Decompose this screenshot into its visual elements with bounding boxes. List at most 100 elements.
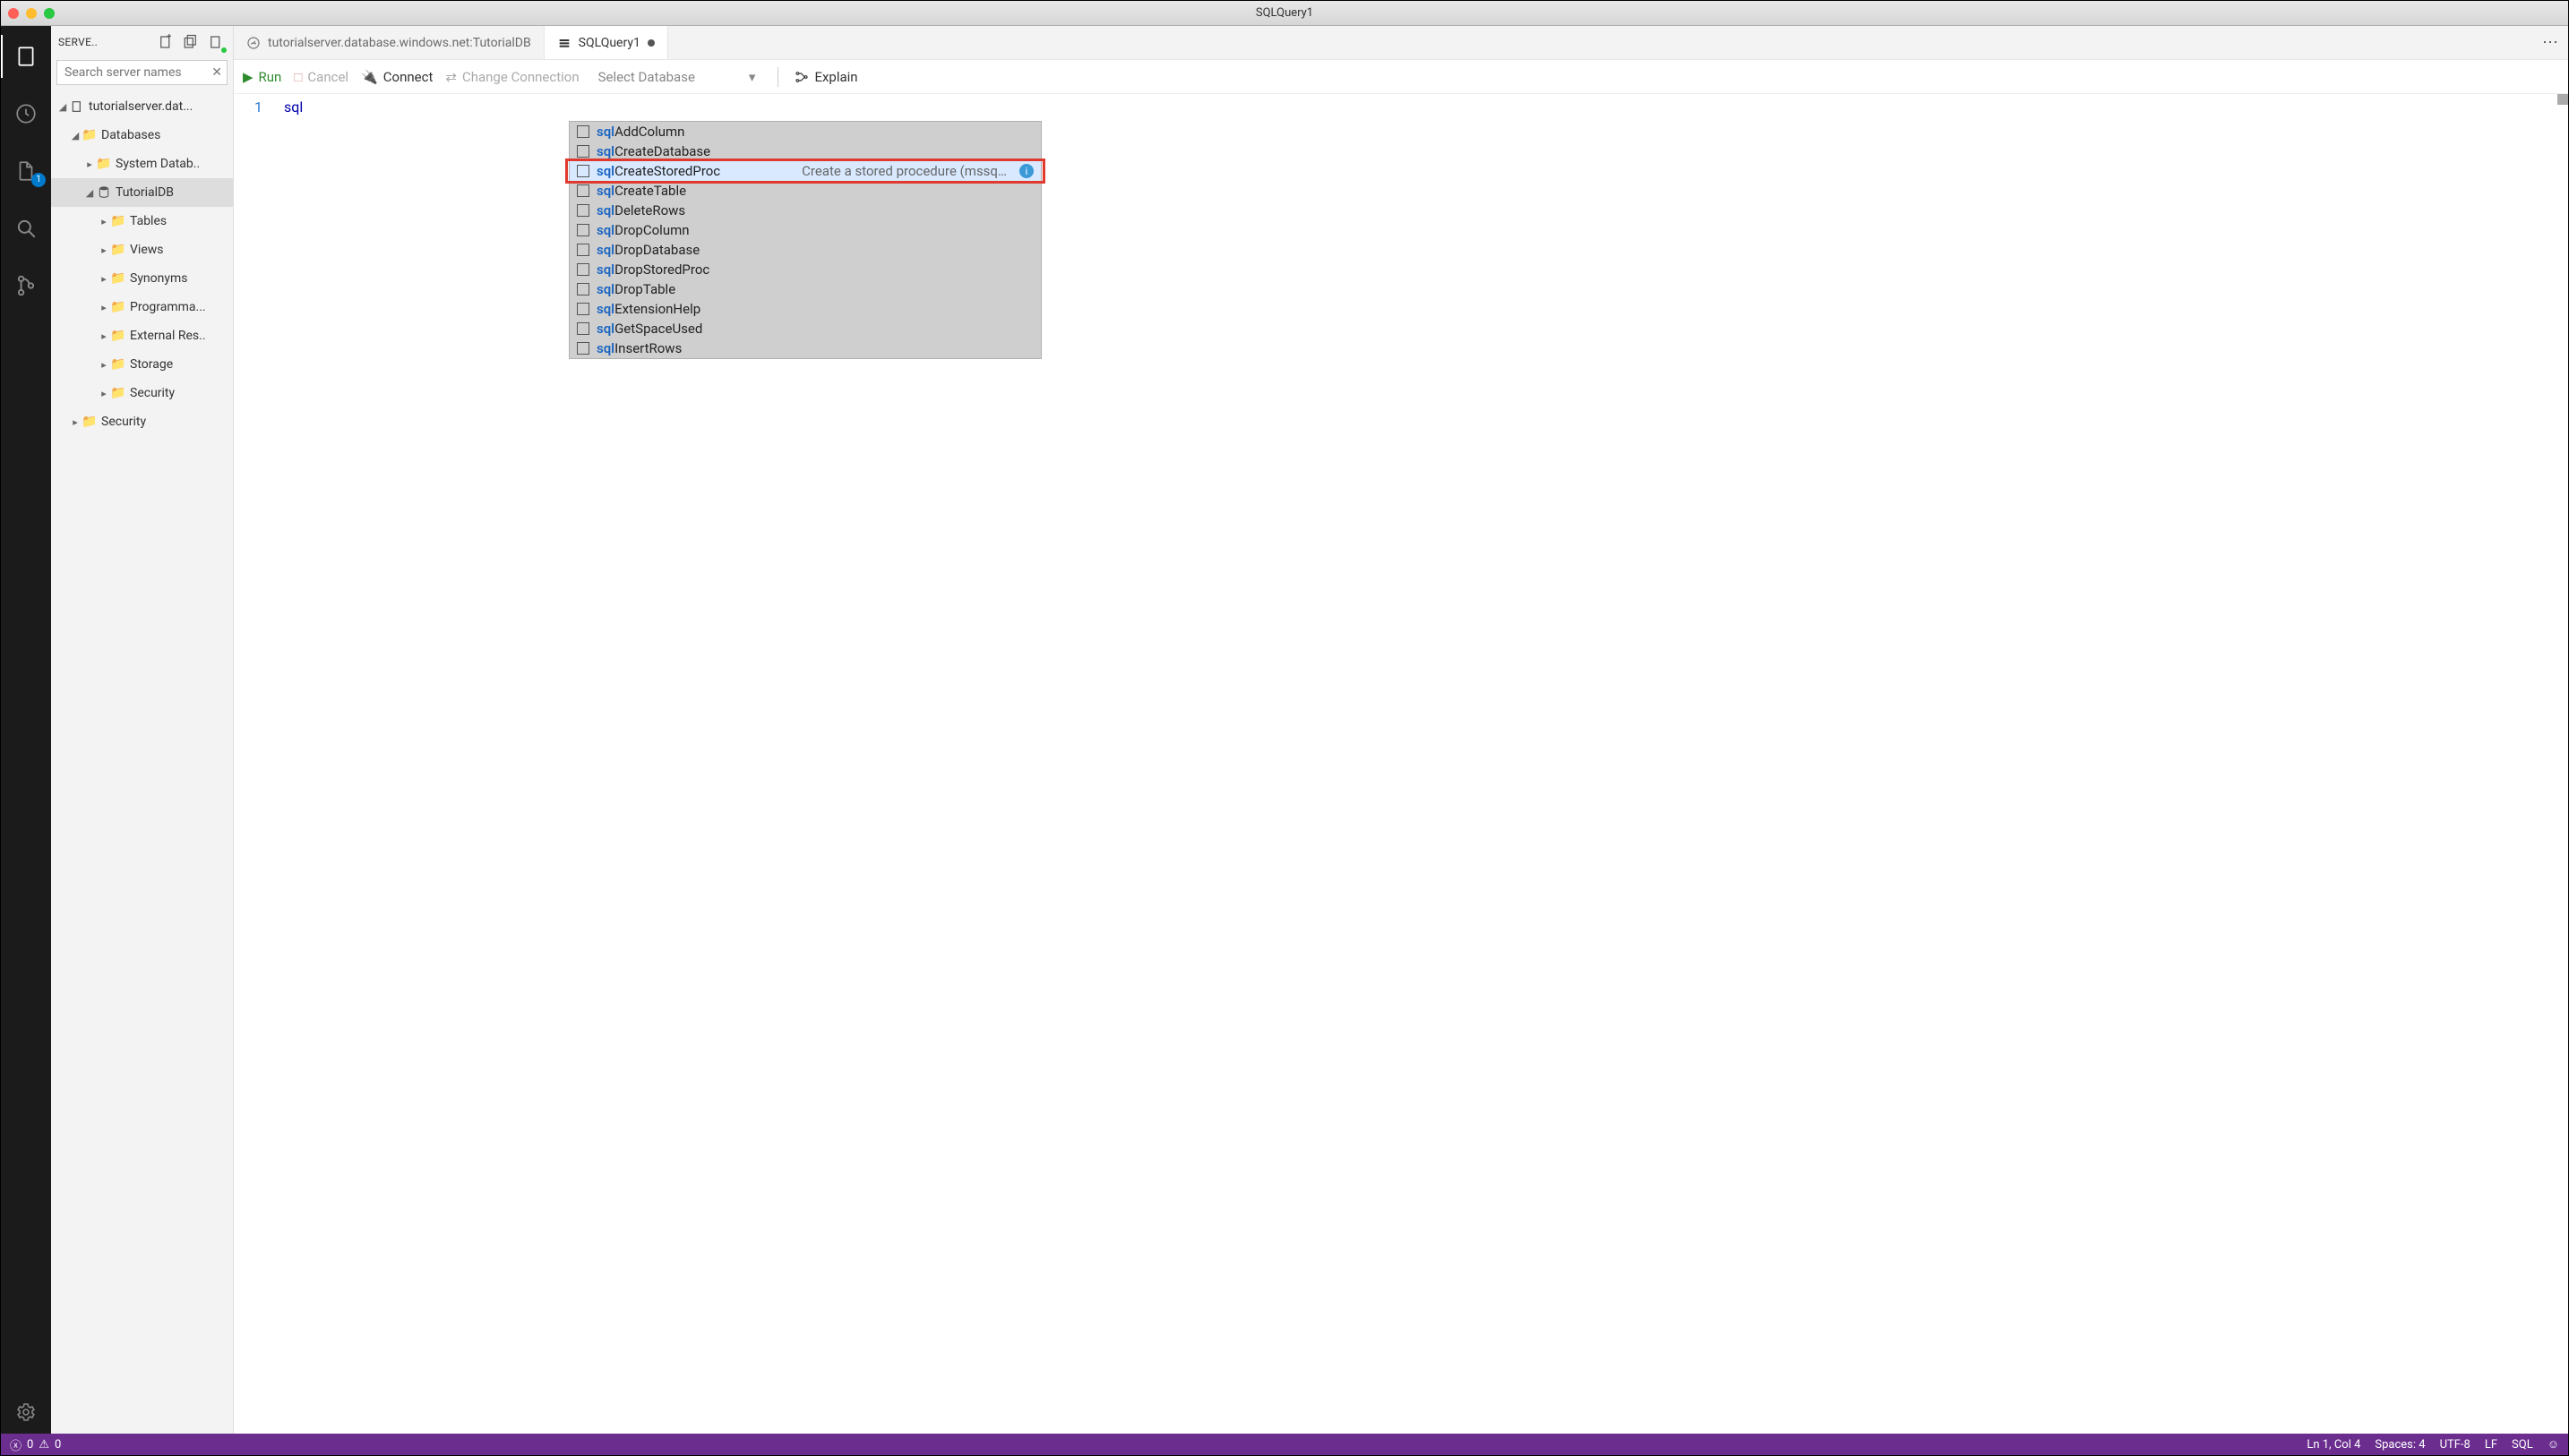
activity-source-control-icon[interactable] xyxy=(1,264,51,307)
line-gutter: 1 xyxy=(234,94,273,1434)
suggestion-item[interactable]: sqlDropColumn xyxy=(570,220,1041,240)
error-icon: ⓧ xyxy=(10,1436,21,1453)
code-content: sql xyxy=(284,98,2568,117)
suggestion-desc: Create a stored procedure (mssq… xyxy=(727,163,1007,179)
new-connection-icon[interactable] xyxy=(156,32,176,52)
tree-views-node[interactable]: ▸📁Views xyxy=(51,236,233,264)
database-icon xyxy=(96,185,112,200)
suggestion-item[interactable]: sqlCreateDatabase xyxy=(570,141,1041,161)
clear-search-icon[interactable]: ✕ xyxy=(211,65,222,80)
tab-dashboard-label: tutorialserver.database.windows.net:Tuto… xyxy=(268,36,531,50)
activity-bar: 1 xyxy=(1,26,51,1434)
snippet-icon xyxy=(577,322,589,335)
folder-icon: 📁 xyxy=(82,415,98,429)
tree-security-inner-node[interactable]: ▸📁Security xyxy=(51,379,233,407)
status-spaces[interactable]: Spaces: 4 xyxy=(2375,1438,2425,1452)
dirty-indicator-icon xyxy=(648,39,655,47)
tree-programmability-node[interactable]: ▸📁Programma... xyxy=(51,293,233,321)
status-language[interactable]: SQL xyxy=(2512,1438,2533,1452)
tree-synonyms-node[interactable]: ▸📁Synonyms xyxy=(51,264,233,293)
new-group-icon[interactable] xyxy=(181,32,201,52)
activity-explorer-icon[interactable]: 1 xyxy=(1,150,51,193)
activity-search-icon[interactable] xyxy=(1,207,51,250)
folder-icon: 📁 xyxy=(110,271,126,286)
tree-tables-node[interactable]: ▸📁Tables xyxy=(51,207,233,236)
folder-icon: 📁 xyxy=(110,357,126,372)
folder-icon: 📁 xyxy=(110,386,126,400)
minimize-window-button[interactable] xyxy=(26,8,37,19)
status-feedback-icon[interactable]: ☺ xyxy=(2548,1437,2559,1452)
tab-dashboard[interactable]: tutorialserver.database.windows.net:Tuto… xyxy=(234,26,545,59)
activity-servers[interactable] xyxy=(1,35,51,78)
graph-icon xyxy=(795,70,809,84)
database-selector[interactable]: Select Database▾ xyxy=(592,68,762,86)
tree-server-node[interactable]: ◢tutorialserver.dat... xyxy=(51,92,233,121)
suggestion-item[interactable]: sqlCreateStoredProcCreate a stored proce… xyxy=(570,161,1041,181)
tree-external-resources-node[interactable]: ▸📁External Res.. xyxy=(51,321,233,350)
snippet-icon xyxy=(577,184,589,197)
suggestion-item[interactable]: sqlDropDatabase xyxy=(570,240,1041,260)
tab-overflow-button[interactable]: ⋯ xyxy=(2532,26,2568,59)
activity-settings-icon[interactable] xyxy=(1,1391,51,1434)
typed-text: sql xyxy=(284,98,303,116)
change-connection-button[interactable]: ⇄Change Connection xyxy=(445,69,579,85)
activity-history-icon[interactable] xyxy=(1,92,51,135)
folder-icon: 📁 xyxy=(82,128,98,142)
snippet-icon xyxy=(577,303,589,315)
tab-sqlquery[interactable]: SQLQuery1 xyxy=(545,26,668,59)
chevron-down-icon: ▾ xyxy=(749,69,756,85)
tree-tutorialdb-node[interactable]: ◢TutorialDB xyxy=(51,178,233,207)
suggestion-item[interactable]: sqlInsertRows xyxy=(570,338,1041,358)
snippet-icon xyxy=(577,224,589,236)
status-bar: ⓧ0⚠0 Ln 1, Col 4 Spaces: 4 UTF-8 LF SQL … xyxy=(1,1434,2568,1455)
folder-icon: 📁 xyxy=(110,243,126,257)
server-status-icon[interactable] xyxy=(206,32,226,52)
cancel-button[interactable]: □Cancel xyxy=(294,69,348,85)
app-window: SQLQuery1 1 xyxy=(0,0,2569,1456)
tree-databases-node[interactable]: ◢📁Databases xyxy=(51,121,233,150)
plug-icon: 🔌 xyxy=(361,69,378,85)
servers-sidebar: SERVE.. ✕ ◢tutorialserver.dat... ◢📁Datab… xyxy=(51,26,234,1434)
scrollbar-indicator[interactable] xyxy=(2557,94,2568,105)
info-icon: i xyxy=(1019,164,1034,178)
suggestion-item[interactable]: sqlExtensionHelp xyxy=(570,299,1041,319)
explain-button[interactable]: Explain xyxy=(795,69,857,85)
connect-button[interactable]: 🔌Connect xyxy=(361,69,433,85)
status-encoding[interactable]: UTF-8 xyxy=(2440,1438,2470,1452)
stop-icon: □ xyxy=(294,69,302,85)
suggestion-item[interactable]: sqlDropStoredProc xyxy=(570,260,1041,279)
server-tree: ◢tutorialserver.dat... ◢📁Databases ▸📁Sys… xyxy=(51,89,233,1434)
maximize-window-button[interactable] xyxy=(44,8,55,19)
server-search-input[interactable] xyxy=(56,60,228,85)
suggestion-item[interactable]: sqlGetSpaceUsed xyxy=(570,319,1041,338)
status-errors[interactable]: ⓧ0⚠0 xyxy=(10,1436,61,1453)
app-body: 1 SERVE.. ✕ xyxy=(1,26,2568,1434)
suggestion-item[interactable]: sqlDeleteRows xyxy=(570,201,1041,220)
snippet-icon xyxy=(577,342,589,355)
snippet-icon xyxy=(577,165,589,177)
tree-security-outer-node[interactable]: ▸📁Security xyxy=(51,407,233,436)
tree-system-databases-node[interactable]: ▸📁System Datab.. xyxy=(51,150,233,178)
status-eol[interactable]: LF xyxy=(2485,1438,2497,1452)
main-area: tutorialserver.database.windows.net:Tuto… xyxy=(234,26,2568,1434)
server-icon xyxy=(69,99,85,114)
folder-icon: 📁 xyxy=(110,329,126,343)
status-lncol[interactable]: Ln 1, Col 4 xyxy=(2307,1438,2360,1452)
folder-icon: 📁 xyxy=(96,157,112,171)
suggestion-item[interactable]: sqlCreateTable xyxy=(570,181,1041,201)
server-search: ✕ xyxy=(56,60,228,85)
tab-sqlquery-label: SQLQuery1 xyxy=(579,36,640,50)
run-button[interactable]: ▶Run xyxy=(243,69,281,85)
play-icon: ▶ xyxy=(243,69,253,85)
sidebar-title: SERVE.. xyxy=(58,36,150,48)
tree-storage-node[interactable]: ▸📁Storage xyxy=(51,350,233,379)
suggestion-item[interactable]: sqlDropTable xyxy=(570,279,1041,299)
titlebar: SQLQuery1 xyxy=(1,1,2568,26)
code-editor[interactable]: 1 sql sqlAddColumnsqlCreateDatabasesqlCr… xyxy=(234,94,2568,1434)
close-window-button[interactable] xyxy=(8,8,19,19)
suggestion-item[interactable]: sqlAddColumn xyxy=(570,122,1041,141)
snippet-icon xyxy=(577,283,589,295)
folder-icon: 📁 xyxy=(110,214,126,228)
snippet-icon xyxy=(577,244,589,256)
snippet-icon xyxy=(577,145,589,158)
